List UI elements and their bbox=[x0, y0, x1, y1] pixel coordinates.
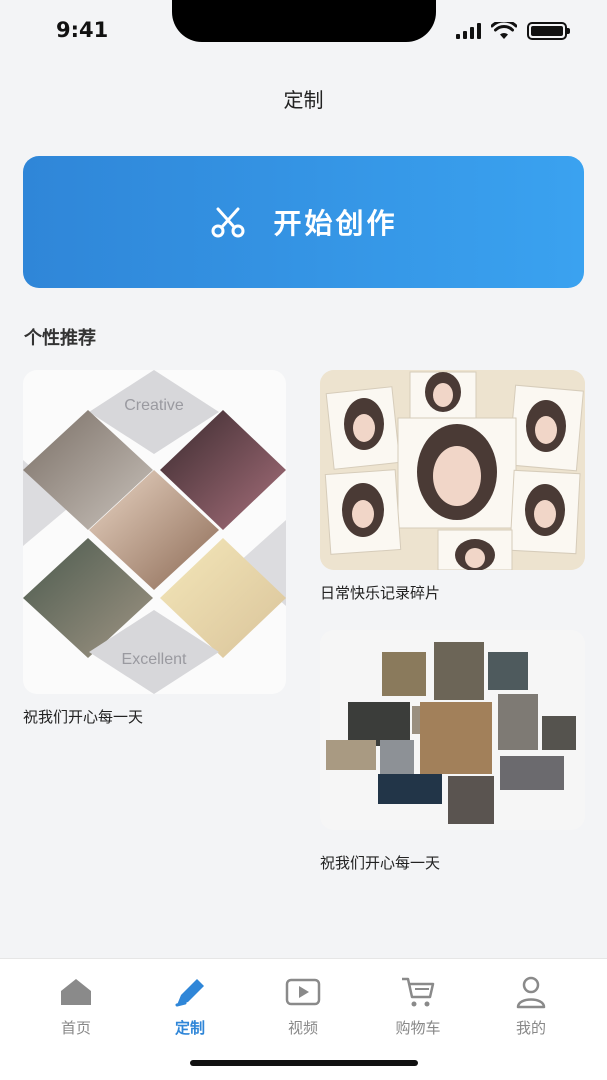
status-time: 9:41 bbox=[56, 18, 109, 42]
recommend-card[interactable]: Creative Excellent 祝我们开心每一天 bbox=[23, 370, 286, 727]
tab-label: 首页 bbox=[60, 1019, 91, 1037]
video-icon bbox=[285, 978, 321, 1006]
page-title: 定制 bbox=[283, 88, 324, 112]
tab-mine[interactable]: 我的 bbox=[491, 973, 571, 1038]
tab-label: 购物车 bbox=[395, 1019, 441, 1037]
status-bar: 9:41 bbox=[0, 0, 607, 60]
card-image bbox=[320, 370, 585, 570]
start-create-label: 开始创作 bbox=[273, 207, 398, 240]
home-indicator bbox=[190, 1060, 418, 1066]
signal-icon bbox=[456, 23, 481, 39]
battery-icon bbox=[527, 22, 570, 40]
start-create-button[interactable]: 开始创作 bbox=[23, 156, 584, 288]
notch bbox=[172, 0, 436, 42]
cart-icon bbox=[402, 977, 435, 1007]
tab-cart[interactable]: 购物车 bbox=[378, 973, 458, 1038]
recommend-card[interactable]: 祝我们开心每一天 bbox=[320, 630, 585, 873]
diamond-collage: Creative Excellent bbox=[23, 370, 286, 694]
tab-label: 定制 bbox=[174, 1019, 205, 1037]
card-caption: 日常快乐记录碎片 bbox=[320, 584, 441, 602]
photo-wall-collage bbox=[326, 642, 576, 824]
tab-custom[interactable]: 定制 bbox=[150, 973, 230, 1038]
wifi-icon bbox=[491, 22, 517, 39]
collage-text-bottom: Excellent bbox=[122, 651, 187, 668]
collage-text-top: Creative bbox=[124, 397, 184, 414]
status-icons bbox=[456, 22, 570, 40]
home-icon bbox=[61, 979, 91, 1005]
tab-home[interactable]: 首页 bbox=[36, 973, 116, 1038]
tab-video[interactable]: 视频 bbox=[263, 973, 343, 1038]
scissors-icon bbox=[211, 207, 245, 238]
polaroid-collage bbox=[320, 370, 585, 570]
card-image: Creative Excellent bbox=[23, 370, 286, 694]
section-title: 个性推荐 bbox=[24, 328, 96, 349]
tab-label: 视频 bbox=[287, 1019, 318, 1037]
tab-label: 我的 bbox=[515, 1019, 546, 1037]
card-caption: 祝我们开心每一天 bbox=[320, 854, 441, 872]
recommend-card[interactable]: 日常快乐记录碎片 bbox=[320, 370, 585, 603]
pen-icon bbox=[175, 979, 204, 1007]
card-image bbox=[320, 630, 585, 830]
card-caption: 祝我们开心每一天 bbox=[23, 708, 144, 726]
user-icon bbox=[516, 976, 546, 1009]
